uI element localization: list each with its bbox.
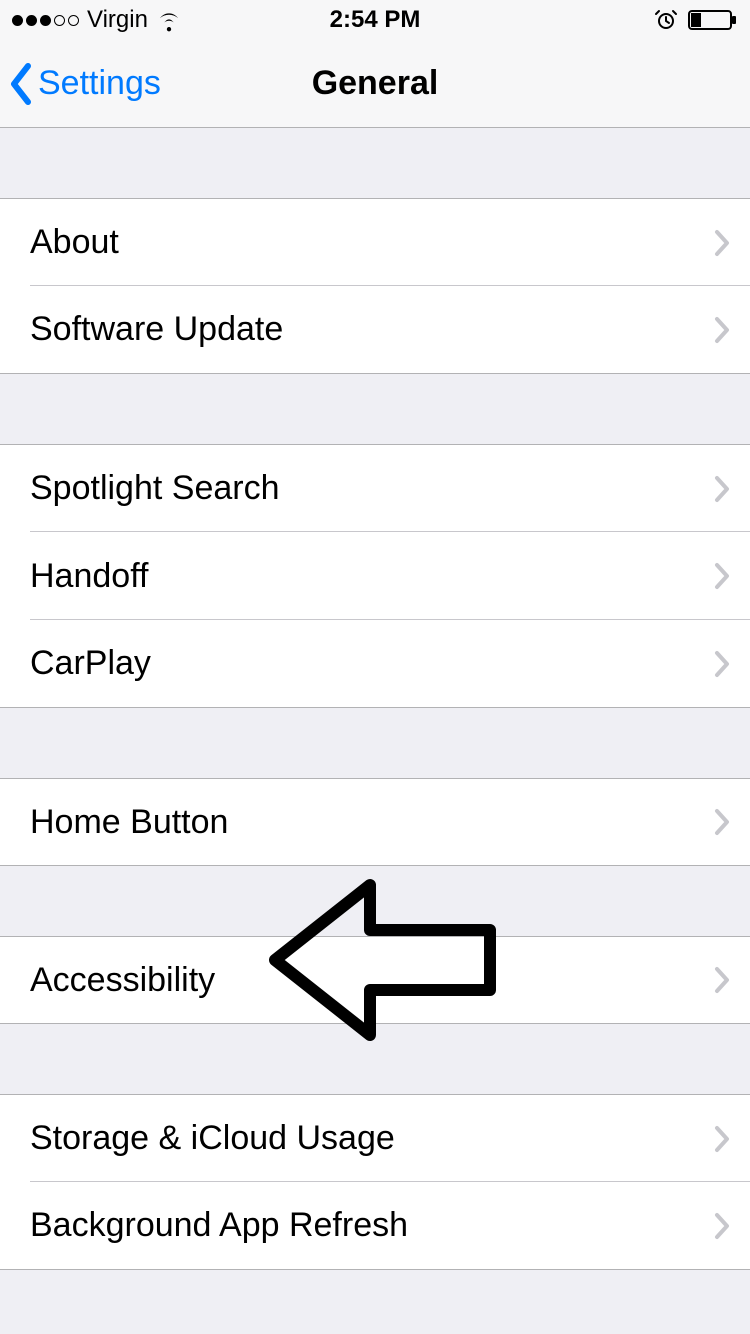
battery-icon bbox=[688, 9, 738, 31]
chevron-right-icon bbox=[714, 1212, 730, 1240]
cell-background-app-refresh[interactable]: Background App Refresh bbox=[0, 1182, 750, 1270]
cell-label: Accessibility bbox=[30, 961, 714, 1000]
settings-list: About Software Update Spotlight Search H… bbox=[0, 128, 750, 1270]
back-button[interactable]: Settings bbox=[8, 63, 161, 105]
cell-label: Software Update bbox=[30, 310, 714, 349]
cell-label: Storage & iCloud Usage bbox=[30, 1119, 714, 1158]
nav-bar: Settings General bbox=[0, 40, 750, 128]
cell-label: Handoff bbox=[30, 557, 714, 596]
back-label: Settings bbox=[38, 64, 161, 103]
page-title: General bbox=[312, 64, 439, 103]
chevron-right-icon bbox=[714, 562, 730, 590]
status-bar: Virgin 2:54 PM bbox=[0, 0, 750, 40]
chevron-right-icon bbox=[714, 316, 730, 344]
cell-about[interactable]: About bbox=[0, 198, 750, 286]
chevron-right-icon bbox=[714, 808, 730, 836]
cell-label: Background App Refresh bbox=[30, 1206, 714, 1245]
status-time: 2:54 PM bbox=[330, 6, 421, 34]
cell-label: CarPlay bbox=[30, 644, 714, 683]
signal-strength-icon bbox=[12, 15, 79, 26]
chevron-right-icon bbox=[714, 966, 730, 994]
alarm-icon bbox=[654, 8, 678, 32]
cell-label: About bbox=[30, 223, 714, 262]
cell-software-update[interactable]: Software Update bbox=[0, 286, 750, 374]
cell-accessibility[interactable]: Accessibility bbox=[0, 936, 750, 1024]
wifi-icon bbox=[156, 7, 182, 33]
cell-spotlight-search[interactable]: Spotlight Search bbox=[0, 444, 750, 532]
cell-storage-icloud[interactable]: Storage & iCloud Usage bbox=[0, 1094, 750, 1182]
chevron-right-icon bbox=[714, 1125, 730, 1153]
chevron-right-icon bbox=[714, 475, 730, 503]
cell-carplay[interactable]: CarPlay bbox=[0, 620, 750, 708]
cell-home-button[interactable]: Home Button bbox=[0, 778, 750, 866]
chevron-right-icon bbox=[714, 650, 730, 678]
cell-label: Spotlight Search bbox=[30, 469, 714, 508]
cell-handoff[interactable]: Handoff bbox=[0, 532, 750, 620]
carrier-label: Virgin bbox=[87, 6, 148, 34]
cell-label: Home Button bbox=[30, 803, 714, 842]
chevron-left-icon bbox=[8, 63, 34, 105]
chevron-right-icon bbox=[714, 229, 730, 257]
